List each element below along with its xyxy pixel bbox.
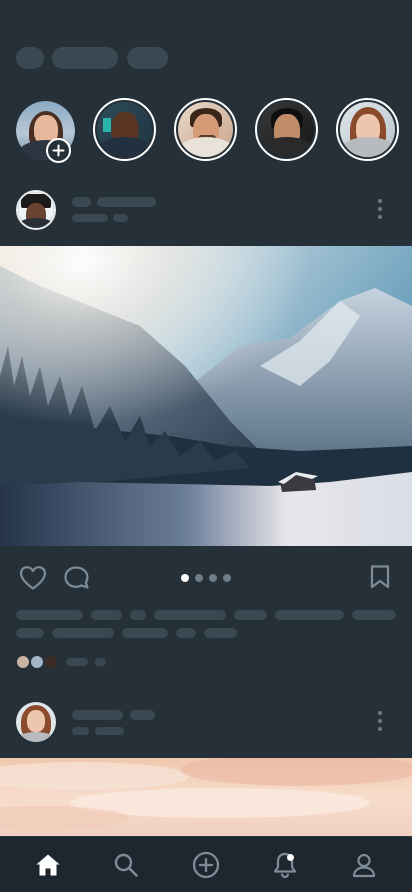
story-item-1[interactable] (93, 98, 156, 161)
more-vertical-icon[interactable] (377, 711, 383, 733)
app-root (0, 0, 412, 892)
username-placeholder (72, 197, 91, 207)
tab-profile[interactable] (348, 849, 380, 881)
tab-create[interactable] (190, 849, 222, 881)
location-placeholder (72, 727, 89, 735)
post-image[interactable] (0, 246, 412, 546)
location-placeholder (113, 214, 128, 222)
heart-icon[interactable] (19, 565, 47, 591)
add-story-button[interactable] (46, 138, 71, 163)
carousel-dot[interactable] (209, 574, 217, 582)
comment-bubble-icon[interactable] (63, 565, 91, 591)
location-placeholder (72, 214, 108, 222)
user-icon (352, 853, 376, 878)
tab-notifications[interactable] (269, 849, 301, 881)
username-placeholder (130, 710, 155, 720)
carousel-dot[interactable] (223, 574, 231, 582)
bell-icon (273, 852, 297, 879)
carousel-dot[interactable] (181, 574, 189, 582)
story-item-4[interactable] (336, 98, 399, 161)
avatar (43, 654, 59, 670)
location-placeholder (95, 727, 124, 735)
story-item-3[interactable] (255, 98, 318, 161)
story-item-2[interactable] (174, 98, 237, 161)
username-placeholder (97, 197, 156, 207)
avatar[interactable] (16, 190, 56, 230)
plus-icon (52, 144, 65, 157)
bookmark-icon[interactable] (369, 564, 391, 590)
bottom-tab-bar (0, 836, 412, 892)
more-vertical-icon[interactable] (377, 199, 383, 221)
tab-home[interactable] (32, 849, 64, 881)
avatar[interactable] (16, 702, 56, 742)
notification-badge (287, 854, 294, 861)
search-icon (114, 853, 138, 877)
tab-search[interactable] (110, 849, 142, 881)
username-placeholder (72, 710, 123, 720)
sunset-sky-image (0, 758, 412, 838)
carousel-dot[interactable] (195, 574, 203, 582)
mountain-landscape-image (0, 246, 412, 546)
plus-circle-icon (192, 851, 220, 879)
home-icon (36, 854, 60, 876)
post-image[interactable] (0, 758, 412, 838)
